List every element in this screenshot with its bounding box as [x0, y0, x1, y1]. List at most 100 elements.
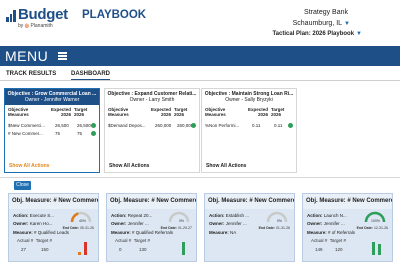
target-value: 150: [41, 247, 49, 252]
measure-title: Obj. Measure: # New Commercial...: [205, 194, 294, 209]
objective-measure-row[interactable]: %Non Performi... 0.11 0.11: [202, 122, 296, 130]
menu-bar[interactable]: MENU: [0, 46, 400, 66]
objective-owner: Owner - Larry Smith: [129, 97, 175, 103]
measure-card[interactable]: Obj. Measure: # New Commercial... Action:…: [8, 193, 99, 262]
tab-track-results[interactable]: TRACK RESULTS: [6, 71, 56, 77]
measure-value: # of Referrals: [328, 230, 356, 235]
measure-name: $New Commerci...: [8, 123, 46, 128]
measure-target: 0.11: [274, 123, 283, 128]
measure-target: 75: [77, 131, 83, 136]
section-divider: [0, 177, 400, 178]
owner-value: Jennifer ...: [225, 221, 247, 226]
brand-playbook: PLAYBOOK: [82, 9, 147, 21]
col-target: Target 2026: [174, 107, 188, 117]
gauge-percent: 100%: [371, 219, 380, 223]
actual-value: 149: [315, 247, 323, 252]
measure-expected: 75: [55, 131, 61, 136]
app-header: Budget PLAYBOOK by ◎ Planamith Strategy …: [0, 0, 400, 44]
measure-label: Measure:: [111, 230, 131, 235]
planamith-icon: ◎: [24, 23, 30, 29]
objective-header[interactable]: Objective : Maintain Strong Loan Ri... Ow…: [202, 89, 296, 105]
owner-label: Owner:: [209, 221, 225, 226]
end-date: End Date: 01-29-27: [160, 226, 192, 230]
col-target: Target 2026: [74, 107, 88, 117]
owner-label: Owner:: [111, 221, 127, 226]
measure-name: # New Commer...: [8, 131, 43, 136]
objective-column-headers: Objective Measures Expected 2026 Target 20…: [105, 107, 199, 122]
gauge-percent: 40%: [78, 219, 86, 223]
show-all-actions-link[interactable]: Show All Actions: [206, 163, 246, 169]
measure-name: %Non Performi...: [205, 123, 240, 128]
show-all-actions-link[interactable]: Show All Actions: [9, 163, 49, 169]
measure-title: Obj. Measure: # New Commercial...: [9, 194, 98, 209]
plan-selector[interactable]: Tactical Plan: 2026 Playbook ▼: [272, 31, 362, 37]
measure-value: # Qualified Leads: [34, 230, 70, 235]
gauge-fill: [70, 212, 79, 223]
action-label: Action:: [13, 213, 29, 218]
close-button[interactable]: Close: [14, 181, 31, 190]
mini-bar-chart: [372, 241, 386, 255]
action-value[interactable]: Execute S...: [30, 213, 54, 218]
action-value[interactable]: Launch N...: [324, 213, 347, 218]
col-target: Target 2026: [271, 107, 285, 117]
mini-bar: [378, 243, 381, 255]
end-date: End Date: 05-31-26: [62, 226, 94, 230]
measure-name: $Demand Depos...: [108, 123, 146, 128]
measure-expected: 0.11: [252, 123, 261, 128]
mini-bar: [84, 242, 87, 255]
playbook-logo-icon: [6, 9, 16, 22]
objective-owner: Owner - Sally Bryzyki: [225, 97, 273, 103]
measure-card[interactable]: Obj. Measure: # New Commercial... Action:…: [302, 193, 393, 262]
col-expected: Expected 2026: [51, 107, 72, 117]
actual-value: 27: [21, 247, 27, 252]
measure-card[interactable]: Obj. Measure: # New Commercial... Action:…: [106, 193, 197, 262]
action-label: Action:: [209, 213, 225, 218]
mini-bar: [78, 251, 81, 255]
mini-bar-chart: [78, 241, 92, 255]
objective-owner: Owner - Jennifer Warner: [24, 97, 80, 103]
location-selector[interactable]: Schaumburg, IL ▼: [293, 20, 350, 27]
action-label: Action:: [111, 213, 127, 218]
col-expected: Expected 2026: [151, 107, 172, 117]
objective-measure-row[interactable]: $New Commerci... 26,500 26,500: [5, 122, 99, 130]
measure-value: NA: [230, 230, 237, 235]
objective-card[interactable]: Objective : Maintain Strong Loan Ri... Ow…: [201, 88, 297, 173]
col-expected: Expected 2026: [248, 107, 269, 117]
objective-card[interactable]: Objective : Grow Commercial Loan ... Owne…: [4, 88, 100, 173]
owner-value: Jennifer ...: [127, 221, 149, 226]
status-dot-icon: [288, 122, 293, 128]
show-all-actions-link[interactable]: Show All Actions: [109, 163, 149, 169]
owner-value: Jennifer ...: [323, 221, 345, 226]
mini-bar: [182, 242, 185, 255]
tab-dashboard[interactable]: DASHBOARD: [71, 71, 110, 80]
caret-down-icon: ▼: [344, 21, 350, 27]
target-value: 130: [139, 247, 147, 252]
owner-label: Owner:: [13, 221, 29, 226]
measure-title: Obj. Measure: # New Commercial...: [303, 194, 392, 209]
actual-target-headers: Actual # Target #: [17, 238, 53, 243]
measure-card[interactable]: Obj. Measure: # New Commercial... Action:…: [204, 193, 295, 262]
menu-label[interactable]: MENU: [5, 48, 48, 64]
measure-expected: 26,500: [55, 123, 69, 128]
action-value[interactable]: Establish ...: [226, 213, 249, 218]
brand-by-line: by ◎ Planamith: [18, 23, 53, 29]
measure-label: Measure:: [209, 230, 229, 235]
status-dot-icon: [191, 122, 196, 128]
objective-header[interactable]: Objective : Grow Commercial Loan ... Owne…: [5, 89, 99, 105]
end-date: End Date: 01-31-26: [258, 226, 290, 230]
hamburger-icon[interactable]: [58, 52, 67, 60]
objective-measure-row[interactable]: $Demand Depos... 260,000 260,000: [105, 122, 199, 130]
col-measures: Objective Measures: [8, 107, 29, 117]
objective-card[interactable]: Objective : Expand Customer Relati... Own…: [104, 88, 200, 173]
objective-header[interactable]: Objective : Expand Customer Relati... Own…: [105, 89, 199, 105]
measure-value: # Qualified Referrals: [132, 230, 174, 235]
gauge-percent: 0%: [178, 219, 184, 223]
objective-measure-row[interactable]: # New Commer... 75 75: [5, 130, 99, 138]
actual-target-headers: Actual # Target #: [115, 238, 151, 243]
action-label: Action:: [307, 213, 323, 218]
end-date: End Date: 12-31-26: [356, 226, 388, 230]
action-value[interactable]: Repeat 20...: [128, 213, 153, 218]
measure-label: Measure:: [307, 230, 327, 235]
mini-bar: [372, 241, 375, 255]
tab-divider: [0, 80, 400, 81]
